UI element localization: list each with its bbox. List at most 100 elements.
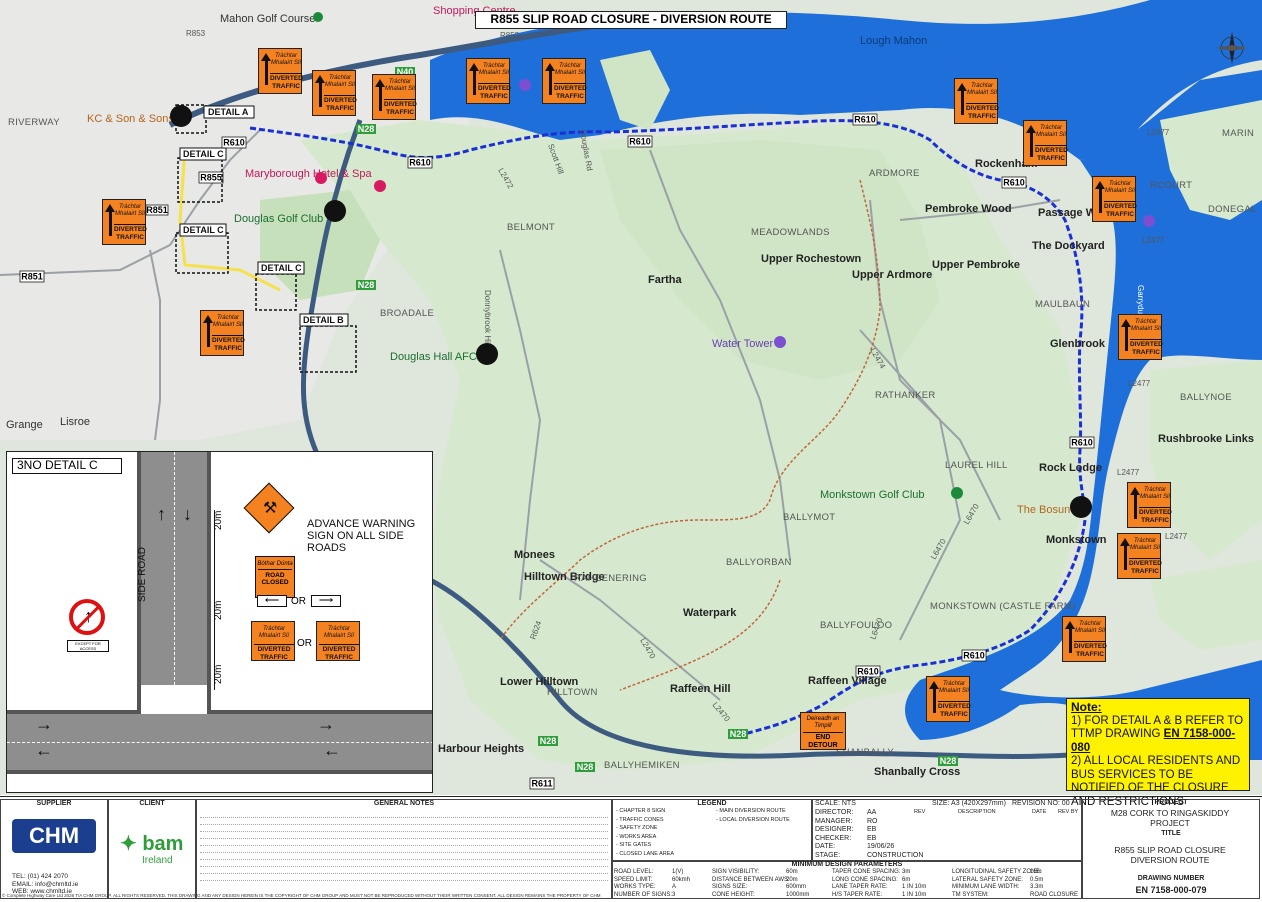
diverted-traffic-sign: Tráchtar Mhalairt Slí DIVERTED TRAFFIC — [200, 310, 245, 356]
chm-logo: CHM — [12, 819, 96, 853]
sign-irish-text: Tráchtar Mhalairt Slí — [967, 83, 998, 96]
place-raheenering: RAHEENERING — [574, 573, 647, 584]
param-value: 6m — [902, 876, 911, 883]
road-label-n28: N28 — [730, 729, 747, 739]
param-value: 60m — [786, 869, 798, 875]
roadworks-icon: ⚒ — [263, 500, 278, 517]
place-belmont: BELMONT — [507, 222, 555, 233]
golf-icon — [313, 12, 323, 22]
sign-english-text: DIVERTED TRAFFIC — [1104, 201, 1137, 218]
bam-logo: ✦ bam — [120, 831, 183, 856]
general-notes-body — [200, 811, 608, 887]
legend-item: - CLOSED LANE AREA — [616, 850, 675, 857]
title-block: SUPPLIER CHM TEL: (01) 424 2070 EMAIL: i… — [0, 796, 1262, 902]
sign-english-text: DIVERTED TRAFFIC — [324, 95, 357, 112]
place-ardmore: ARDMORE — [869, 168, 920, 179]
revision-column-header: DESCRIPTION — [958, 809, 996, 815]
detail-c-label: DETAIL C — [261, 263, 302, 273]
diverted-traffic-sign: Tráchtar Mhalairt Slí DIVERTED TRAFFIC — [1023, 120, 1068, 166]
supplier-email: EMAIL: info@chmltd.ie — [12, 880, 79, 888]
arrow-right-plate-icon: ⟶ — [311, 595, 341, 607]
sign-english-text: DIVERTED TRAFFIC — [554, 83, 587, 100]
place-douglas-golf-club: Douglas Golf Club — [234, 213, 323, 225]
road-label-r852: R852 — [500, 31, 520, 40]
place-pembroke-wood: Pembroke Wood — [925, 203, 1012, 215]
sign-irish-text: Tráchtar Mhalairt Slí — [1140, 487, 1171, 500]
road-label-n28: N28 — [940, 756, 957, 766]
diverted-traffic-sign: Tráchtar Mhalairt Slí DIVERTED TRAFFIC — [1118, 314, 1163, 360]
place-shanbally-cross: Shanbally Cross — [874, 766, 960, 778]
sign-english-text: DIVERTED TRAFFIC — [966, 103, 999, 120]
place-monkstown-castle-farm: MONKSTOWN (CASTLE FARM) — [930, 601, 1076, 612]
arrow-down-icon: ↓ — [183, 504, 192, 524]
advance-warning-text: ADVANCE WARNING SIGN ON ALL SIDE ROADS — [307, 518, 416, 554]
diverted-traffic-sign-left: Tráchtar Mhalairt Slí DIVERTED TRAFFIC — [251, 621, 295, 661]
sign-irish-text: Tráchtar Mhalairt Slí — [1131, 319, 1162, 332]
end-detour-english: END DETOUR — [803, 732, 843, 750]
road-label-r853: R853 — [186, 29, 206, 38]
arrow-up-icon: ↑ — [157, 504, 166, 524]
place-monees: Monees — [514, 549, 555, 561]
param-label: WORKS TYPE: — [614, 884, 656, 890]
param-value: 3m — [902, 869, 911, 875]
road-label-n28: N28 — [358, 280, 375, 290]
param-value: A — [672, 884, 677, 890]
diverted-traffic-sign: Tráchtar Mhalairt Slí DIVERTED TRAFFIC — [1062, 616, 1107, 662]
staff-value: CONSTRUCTION — [867, 851, 924, 859]
param-label: LATERAL SAFETY ZONE: — [952, 876, 1023, 883]
scale-value: NTS — [841, 800, 856, 807]
param-label: ROAD LEVEL: — [614, 869, 654, 875]
sign-irish-text: Tráchtar Mhalairt Slí — [271, 53, 302, 66]
road-label-r624: L2477 — [1128, 379, 1151, 388]
place-broadale: BROADALE — [380, 308, 434, 319]
param-label: SPEED LIMIT: — [614, 876, 653, 883]
diverted-traffic-sign-right: Tráchtar Mhalairt Slí DIVERTED TRAFFIC — [316, 621, 360, 661]
param-label: SIGN VISIBILITY: — [712, 869, 760, 875]
diverted-traffic-sign: Tráchtar Mhalairt Slí DIVERTED TRAFFIC — [1092, 176, 1137, 222]
sign-irish-text: Tráchtar Mhalairt Slí — [1036, 125, 1067, 138]
or-label: OR — [297, 638, 312, 649]
sign-irish-text: Tráchtar Mhalairt Slí — [115, 204, 146, 217]
sign-irish-text: Tráchtar Mhalairt Slí — [939, 681, 970, 694]
param-label: TM SYSTEM: — [952, 891, 989, 898]
arrow-right-icon: → — [317, 714, 335, 734]
place-ballymot: BALLYMOT — [783, 512, 835, 523]
road-label-r610: R610 — [1071, 438, 1093, 448]
sign-english-text: DIVERTED TRAFFIC — [319, 644, 359, 661]
landmark-icon — [1143, 215, 1155, 227]
detail-b-label: DETAIL B — [303, 315, 344, 325]
param-label: LONGITUDINAL SAFETY ZONE: — [952, 869, 1042, 875]
sign-english-text: DIVERTED TRAFFIC — [1035, 145, 1068, 162]
arrow-up-icon — [469, 63, 479, 95]
drawing-number: EN 7158-000-079 — [1135, 885, 1207, 895]
place-lisroe: Lisroe — [60, 416, 90, 428]
landmark-icon — [519, 79, 531, 91]
place-rock-lodge: Rock Lodge — [1039, 462, 1102, 474]
sign-english-text: DIVERTED TRAFFIC — [384, 99, 417, 116]
road-label-r624: L2477 — [1147, 128, 1170, 137]
place-glenbrook: Glenbrook — [1050, 338, 1106, 350]
arrow-up-icon — [375, 79, 385, 111]
sign-english-text: DIVERTED TRAFFIC — [1129, 558, 1162, 575]
except-access-plate: EXCEPT FOR ACCESS — [67, 640, 109, 652]
no-straight-ahead-icon: ↑ — [69, 599, 105, 635]
sign-irish-text: Tráchtar Mhalairt Slí — [258, 626, 289, 639]
param-value: 1000mm — [786, 891, 810, 898]
diverted-traffic-sign: Tráchtar Mhalairt Slí DIVERTED TRAFFIC — [926, 676, 971, 722]
revision-column-header: REV BY — [1058, 809, 1079, 815]
sign-irish-text: Tráchtar Mhalairt Slí — [385, 79, 416, 92]
revision-column-header: REV — [914, 809, 926, 815]
sign-english-text: DIVERTED TRAFFIC — [254, 644, 294, 661]
param-value: 1 IN 10m — [902, 884, 927, 890]
place-ballynoe: BALLYNOE — [1180, 392, 1232, 403]
road-label-r624: L2477 — [1117, 468, 1140, 477]
revision-column-header: DATE — [1032, 809, 1047, 815]
distance-label: 20m — [213, 510, 224, 530]
arrow-up-icon — [105, 204, 115, 236]
road-label-r855: R855 — [200, 173, 222, 183]
distance-label: 20m — [213, 664, 224, 684]
param-label: MINIMUM LANE WIDTH: — [952, 884, 1020, 890]
road-label-n28: N28 — [358, 124, 375, 134]
road-closed-irish: Bóthar Dúnta — [257, 561, 293, 567]
param-value: 3.3m — [1030, 884, 1044, 890]
